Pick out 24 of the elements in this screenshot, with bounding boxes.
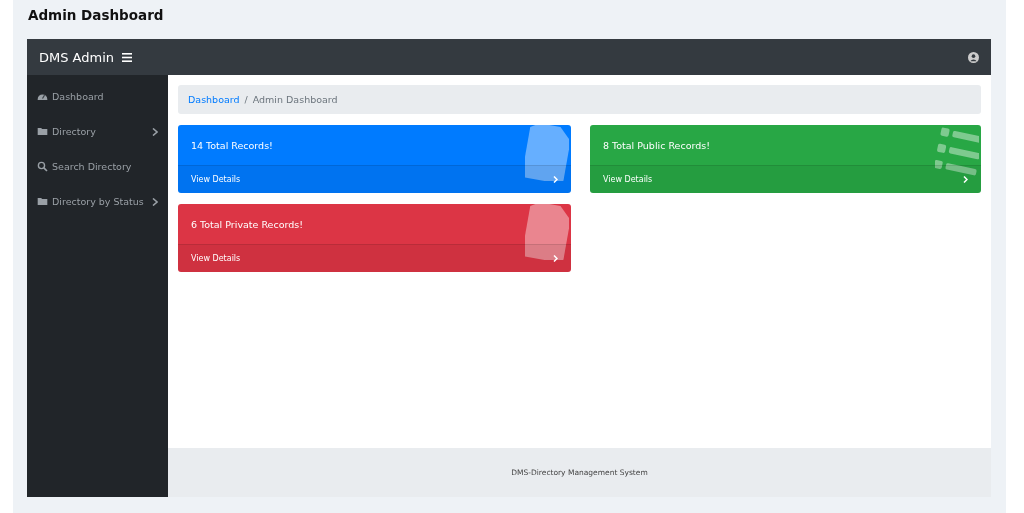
sidebar-item[interactable]: Dashboard: [27, 79, 168, 114]
search-icon: [37, 161, 48, 172]
sidebar-item[interactable]: Directory: [27, 114, 168, 149]
page-title: Admin Dashboard: [28, 7, 165, 25]
chevron-icon: [553, 255, 558, 262]
view-details-link[interactable]: View Details: [590, 165, 981, 193]
folder-icon: [37, 196, 48, 207]
chevron-icon: [963, 176, 968, 183]
breadcrumb-separator: /: [244, 94, 248, 105]
brand-name: DMS Admin: [39, 49, 115, 65]
breadcrumb-current: Admin Dashboard: [252, 94, 338, 105]
view-details-link[interactable]: View Details: [178, 165, 571, 193]
card-title: 8 Total Public Records!: [603, 139, 710, 151]
chevron-icon: [553, 176, 558, 183]
user-icon[interactable]: [968, 51, 979, 63]
view-details-link[interactable]: View Details: [178, 244, 571, 272]
breadcrumb-link[interactable]: Dashboard: [188, 94, 240, 105]
sidebar-item[interactable]: Search Directory: [27, 149, 168, 184]
card-title: 14 Total Records!: [191, 139, 273, 151]
folder-icon: [37, 126, 48, 137]
menu-icon[interactable]: [122, 52, 133, 62]
card-title: 6 Total Private Records!: [191, 218, 303, 230]
gauge-icon: [37, 91, 48, 102]
sidebar-item[interactable]: Directory by Status: [27, 184, 168, 219]
